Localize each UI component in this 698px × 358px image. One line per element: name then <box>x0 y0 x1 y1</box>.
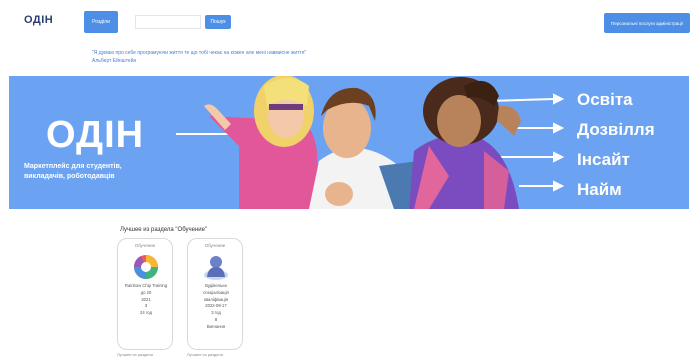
card-line: 3 год <box>211 310 221 316</box>
colorful-wheel-icon <box>133 255 158 279</box>
card-line: кваліфікація <box>204 296 228 302</box>
card-line: Будівельна <box>205 283 227 288</box>
card-line: спеціалізація <box>203 289 229 295</box>
card-line: до 20 <box>140 289 152 295</box>
hero-banner: ОДІН Маркетплейс для студентів, викладач… <box>9 76 689 209</box>
person-right <box>409 77 521 209</box>
course-card[interactable]: Обучение Будівельна спеціалізація кваліф… <box>187 238 243 350</box>
hero-title: ОДІН <box>46 114 145 156</box>
person-left <box>204 76 319 209</box>
sections-button[interactable]: Розділи <box>84 11 118 33</box>
quote-author: Альберт Ейнштейн <box>92 57 137 64</box>
card-line: Вигнання <box>206 323 226 329</box>
hero-nav-leisure[interactable]: Дозвілля <box>577 115 687 145</box>
section-heading: Лучшее из раздела "Обучение" <box>120 227 208 233</box>
card-line: 8 <box>214 316 218 322</box>
hero-nav-insight[interactable]: Інсайт <box>577 145 687 175</box>
search-input[interactable] <box>135 15 201 29</box>
next-section-heading: Лучшее из раздела <box>117 352 153 357</box>
blue-figure-icon <box>204 256 228 280</box>
next-section-heading: Лучшее из раздела <box>187 352 223 357</box>
card-category-label: Обучение <box>204 243 226 248</box>
card-details: Rainbow Chip Training до 20 2021 3 24 го… <box>122 283 170 317</box>
card-details: Будівельна спеціалізація кваліфікація 20… <box>192 283 240 331</box>
card-category-label: Обучение <box>134 243 156 248</box>
hero-subtitle: Маркетплейс для студентів, викладачів, р… <box>24 163 122 180</box>
search-button[interactable]: Пошук <box>205 15 231 29</box>
card-line: 24 год <box>140 310 152 316</box>
hero-nav-education[interactable]: Освіта <box>577 85 687 115</box>
quote-block: "Я думаю про себе програмуючи життя те щ… <box>92 50 492 65</box>
hero-nav: Освіта Дозвілля Інсайт Найм <box>577 85 687 205</box>
brand-logo[interactable]: ОДІН <box>24 14 53 26</box>
card-line: 3 <box>144 303 148 309</box>
hero-nav-hiring[interactable]: Найм <box>577 175 687 205</box>
private-services-button[interactable]: Персональні послуги адміністрації <box>604 13 690 33</box>
hero-people-image <box>204 76 521 209</box>
course-card[interactable]: Обучение Rainbow Chip Training до 20 202… <box>117 238 173 350</box>
card-line: 2021 <box>141 296 151 302</box>
card-line: 2022-08-17 <box>205 303 227 309</box>
card-line: Rainbow Chip Training <box>124 283 168 288</box>
quote-text: "Я думаю про себе програмуючи життя те щ… <box>92 50 307 56</box>
person-middle <box>309 87 421 209</box>
top-navigation-bar: ОДІН Розділи Пошук Персональні послуги а… <box>0 0 698 40</box>
